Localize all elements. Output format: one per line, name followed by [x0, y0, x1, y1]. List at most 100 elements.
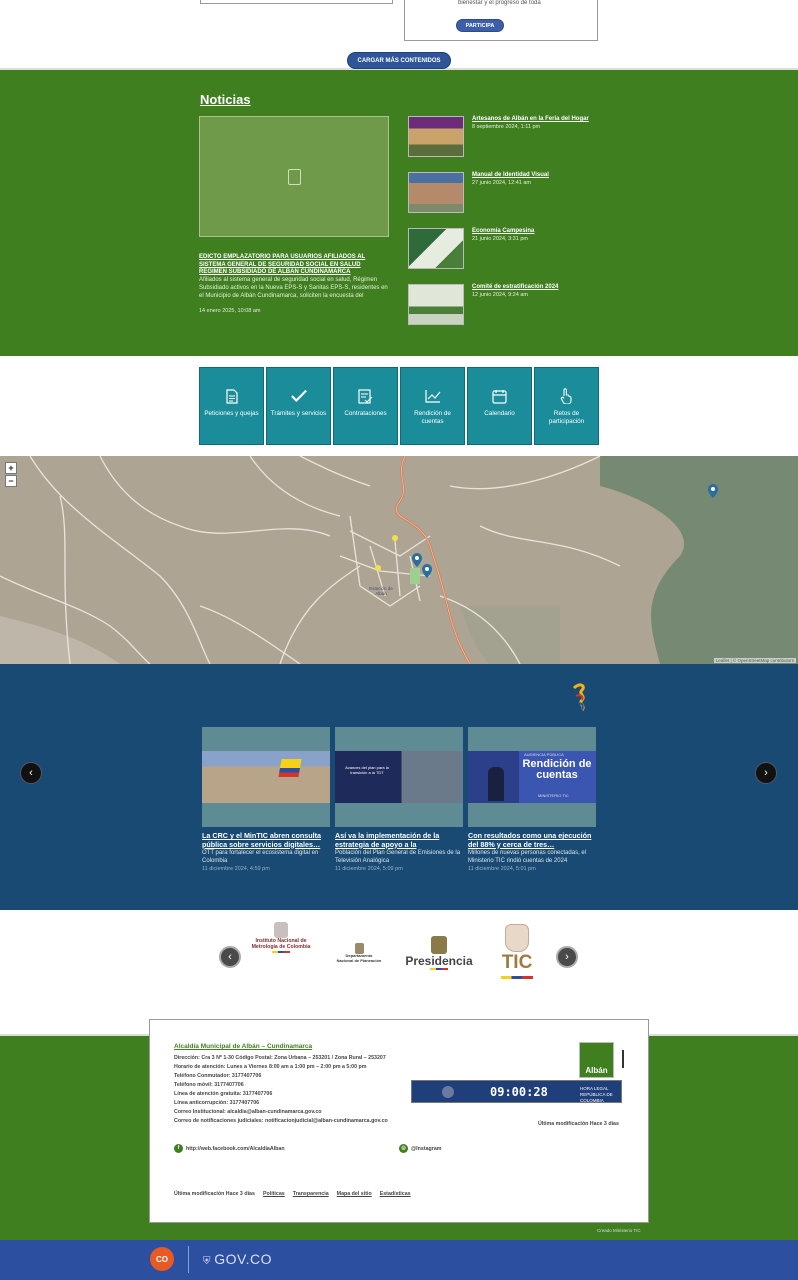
mintic-card-title[interactable]: La CRC y el MinTIC abren consulta públic…: [202, 831, 330, 849]
quick-link-label: Trámites y servicios: [270, 410, 327, 417]
news-thumbnail: [408, 228, 464, 269]
inm-name-line2: Metrología de Colombia: [251, 944, 311, 950]
news-item[interactable]: Manual de Identidad Visual 27 junio 2024…: [408, 172, 608, 214]
co-logo[interactable]: CO: [150, 1247, 174, 1271]
mintic-card[interactable]: Avances del plan para la transición a la…: [335, 727, 463, 872]
mintic-card-date: 11 diciembre 2024, 5:01 pm: [468, 866, 536, 872]
legal-time-clock[interactable]: 09:00:28 HORA LEGAL REPÚBLICA DE COLOMBI…: [411, 1080, 622, 1103]
chevron-right-icon: ›: [565, 951, 569, 963]
check-icon: [290, 388, 307, 404]
footer-link-mapa-sitio[interactable]: Mapa del sitio: [337, 1191, 372, 1197]
map-tiles[interactable]: [0, 456, 798, 664]
mintic-card-description: Población del Plan General de Emisiones …: [335, 850, 461, 864]
instagram-link[interactable]: ◎ @Instagram: [399, 1144, 441, 1153]
footer-link-transparencia[interactable]: Transparencia: [293, 1191, 329, 1197]
map-marker[interactable]: [708, 484, 718, 498]
footer-link-politicas[interactable]: Políticas: [263, 1191, 285, 1197]
news-item[interactable]: Comité de estratificación 2024 12 junio …: [408, 284, 608, 326]
map[interactable]: Estación de Albán + − Leaflet | © OpenSt…: [0, 456, 798, 664]
mintic-card[interactable]: AUDIENCIA PÚBLICA Rendición de cuentas M…: [468, 727, 596, 872]
tic-logo[interactable]: TIC: [496, 924, 538, 979]
news-item-title[interactable]: Artesanos de Albán en la Feria del Hogar: [472, 116, 589, 122]
news-item-title[interactable]: Manual de Identidad Visual: [472, 172, 549, 178]
footer-free-line: Línea de atención gratuita: 3177407706: [174, 1091, 273, 1097]
quick-link-retos[interactable]: Retos de participación: [534, 367, 599, 445]
news-item[interactable]: Artesanos de Albán en la Feria del Hogar…: [408, 116, 608, 158]
mintic-card-overlay-text: Avances del plan para la transición a la…: [345, 765, 389, 775]
footer-notifications-email[interactable]: Correo de notificaciones judiciales: not…: [174, 1118, 388, 1124]
quick-links-section: [0, 356, 798, 456]
logos-prev-button[interactable]: ‹: [219, 946, 241, 968]
mintic-card-title[interactable]: Con resultados como una ejecución del 88…: [468, 831, 596, 849]
participation-card-left: [200, 0, 393, 4]
dnp-name-line2: Nacional de Planeación: [336, 957, 382, 963]
footer-mobile: Teléfono móvil: 3177407706: [174, 1082, 244, 1088]
map-zoom-out-button[interactable]: −: [5, 475, 17, 487]
load-more-button[interactable]: CARGAR MÁS CONTENIDOS: [347, 52, 451, 69]
inm-logo[interactable]: Instituto Nacional de Metrología de Colo…: [244, 922, 318, 953]
clipboard-check-icon: [358, 388, 374, 404]
logos-next-button[interactable]: ›: [556, 946, 578, 968]
clock-emblem-icon: [442, 1086, 454, 1098]
footer-divider: [622, 1050, 624, 1068]
mintic-card-overlay-main: Rendición de cuentas: [522, 758, 592, 781]
mintic-card-date: 11 diciembre 2024, 5:09 pm: [335, 866, 403, 872]
quick-link-contrataciones[interactable]: Contrataciones: [333, 367, 398, 445]
facebook-link[interactable]: f http://web.facebook.com/AlcaldiaAlban: [174, 1144, 285, 1153]
created-by-mintic[interactable]: Creado Ministerio TIC: [597, 1228, 641, 1233]
facebook-url: http://web.facebook.com/AlcaldiaAlban: [186, 1145, 285, 1152]
quick-link-peticiones[interactable]: Peticiones y quejas: [199, 367, 264, 445]
news-item-title[interactable]: Economía Campesina: [472, 228, 534, 234]
news-main-title[interactable]: EDICTO EMPLAZATORIO PARA USUARIOS AFILIA…: [199, 254, 389, 277]
participa-button[interactable]: PARTICIPA: [456, 19, 504, 32]
mintic-card-image: Avances del plan para la transición a la…: [335, 751, 463, 803]
news-thumbnail: [408, 116, 464, 157]
map-zoom-in-button[interactable]: +: [5, 462, 17, 474]
last-modified-right: Última modificación Hace 3 días: [538, 1121, 619, 1127]
govco-link[interactable]: ⛨ GOV.CO: [203, 1251, 272, 1267]
footer-anticorruption-line: Línea anticorrupción: 3177407706: [174, 1100, 260, 1106]
news-item-date: 12 junio 2024, 9:24 am: [472, 292, 528, 298]
mintic-card-description: Millones de nuevas personas conectadas, …: [468, 850, 587, 864]
map-marker[interactable]: [412, 553, 422, 567]
mintic-card-description: OTT para fortalecer el ecosistema digita…: [202, 850, 319, 864]
news-item[interactable]: Economía Campesina 21 junio 2024, 3:31 p…: [408, 228, 608, 270]
presidencia-logo[interactable]: Presidencia: [404, 936, 474, 970]
govco-bar: [0, 1240, 798, 1280]
instagram-handle: @Instagram: [411, 1145, 442, 1152]
footer-link-estadisticas[interactable]: Estadísticas: [380, 1191, 411, 1197]
mintic-logo-icon: [572, 683, 585, 712]
quick-link-rendicion[interactable]: Rendición de cuentas: [400, 367, 465, 445]
news-item-date: 8 septiembre 2024, 1:11 pm: [472, 124, 541, 130]
map-attribution[interactable]: Leaflet | © OpenStreetMap contributors: [713, 658, 796, 663]
news-section-title[interactable]: Noticias: [200, 92, 251, 107]
participation-card-text: bienestar y el progreso de toda: [458, 0, 541, 6]
chevron-left-icon: ‹: [29, 767, 33, 779]
quick-link-calendario[interactable]: Calendario: [467, 367, 532, 445]
news-main-image-placeholder[interactable]: [199, 116, 389, 237]
clock-labels: HORA LEGAL REPÚBLICA DE COLOMBIA: [580, 1086, 621, 1104]
clock-time: 09:00:28: [490, 1085, 548, 1099]
mintic-card-image: AUDIENCIA PÚBLICA Rendición de cuentas M…: [468, 751, 596, 803]
document-icon: [224, 388, 240, 404]
dnp-logo[interactable]: Departamento Nacional de Planeación: [330, 943, 388, 964]
map-marker[interactable]: [422, 564, 432, 578]
instagram-icon: ◎: [399, 1144, 408, 1153]
calendar-icon: [492, 388, 508, 404]
presidencia-emblem-icon: [431, 936, 447, 954]
news-section: Noticias EDICTO EMPLAZATORIO PARA USUARI…: [0, 68, 798, 356]
chart-line-icon: [424, 388, 441, 404]
quick-link-tramites[interactable]: Trámites y servicios: [266, 367, 331, 445]
last-modified-bottom: Última modificación Hace 3 días: [174, 1191, 255, 1197]
mintic-card-image: [202, 751, 330, 803]
news-item-title[interactable]: Comité de estratificación 2024: [472, 284, 558, 290]
mintic-card[interactable]: La CRC y el MinTIC abren consulta públic…: [202, 727, 330, 872]
mintic-prev-button[interactable]: ‹: [20, 762, 42, 784]
alban-logo[interactable]: Albán: [579, 1042, 614, 1078]
footer-email[interactable]: Correo Institucional: alcaldia@alban-cun…: [174, 1109, 322, 1115]
mintic-next-button[interactable]: ›: [755, 762, 777, 784]
mintic-card-overlay-sub: MINISTERIO TIC: [538, 793, 569, 798]
mintic-card-title[interactable]: Así va la implementación de la estrategi…: [335, 831, 463, 849]
mintic-card-overlay-top: AUDIENCIA PÚBLICA: [524, 752, 564, 757]
facebook-icon: f: [174, 1144, 183, 1153]
